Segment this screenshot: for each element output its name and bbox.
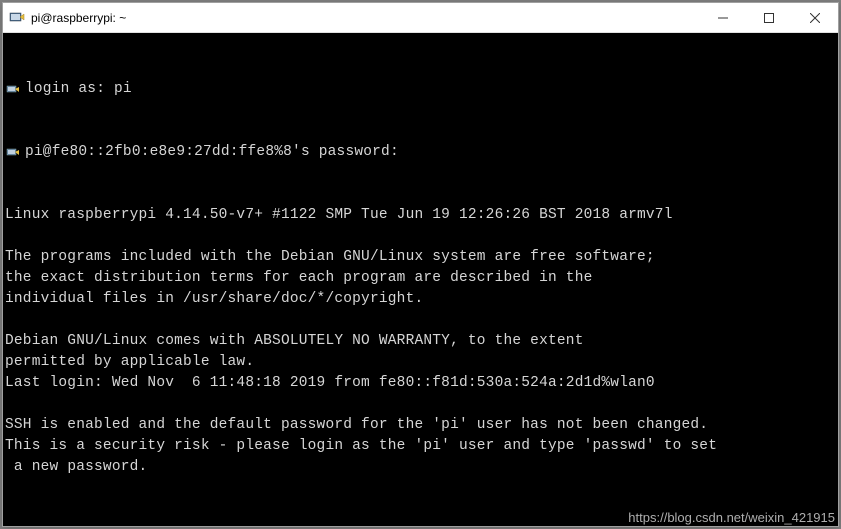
terminal-output-line [5,478,836,499]
terminal-output-line: SSH is enabled and the default password … [5,415,836,436]
password-line: pi@fe80::2fb0:e8e9:27dd:ffe8%8's passwor… [5,142,836,163]
terminal-output-line: the exact distribution terms for each pr… [5,268,836,289]
terminal-pc-icon [5,82,21,98]
terminal-output-line: This is a security risk - please login a… [5,436,836,457]
window-controls [700,3,838,32]
terminal-output-line: Debian GNU/Linux comes with ABSOLUTELY N… [5,331,836,352]
login-text: login as: pi [25,79,132,100]
terminal-output-line: The programs included with the Debian GN… [5,247,836,268]
login-line: login as: pi [5,79,836,100]
terminal-output-line: a new password. [5,457,836,478]
terminal-output-line: Linux raspberrypi 4.14.50-v7+ #1122 SMP … [5,205,836,226]
terminal-area[interactable]: login as: pi pi@fe80::2fb0:e8e9:27dd:ffe… [3,33,838,526]
terminal-output-line [5,226,836,247]
minimize-button[interactable] [700,3,746,32]
putty-icon [9,10,25,26]
close-button[interactable] [792,3,838,32]
putty-window: pi@raspberrypi: ~ login as: pi [2,2,839,527]
titlebar[interactable]: pi@raspberrypi: ~ [3,3,838,33]
terminal-output-line: permitted by applicable law. [5,352,836,373]
window-title: pi@raspberrypi: ~ [31,11,700,25]
terminal-output-line: individual files in /usr/share/doc/*/cop… [5,289,836,310]
terminal-output-line [5,310,836,331]
password-text: pi@fe80::2fb0:e8e9:27dd:ffe8%8's passwor… [25,142,399,163]
watermark-text: https://blog.csdn.net/weixin_421915 [628,510,835,525]
terminal-body: Linux raspberrypi 4.14.50-v7+ #1122 SMP … [5,205,836,499]
terminal-pc-icon [5,145,21,161]
maximize-button[interactable] [746,3,792,32]
terminal-output-line: Last login: Wed Nov 6 11:48:18 2019 from… [5,373,836,394]
terminal-output-line [5,394,836,415]
